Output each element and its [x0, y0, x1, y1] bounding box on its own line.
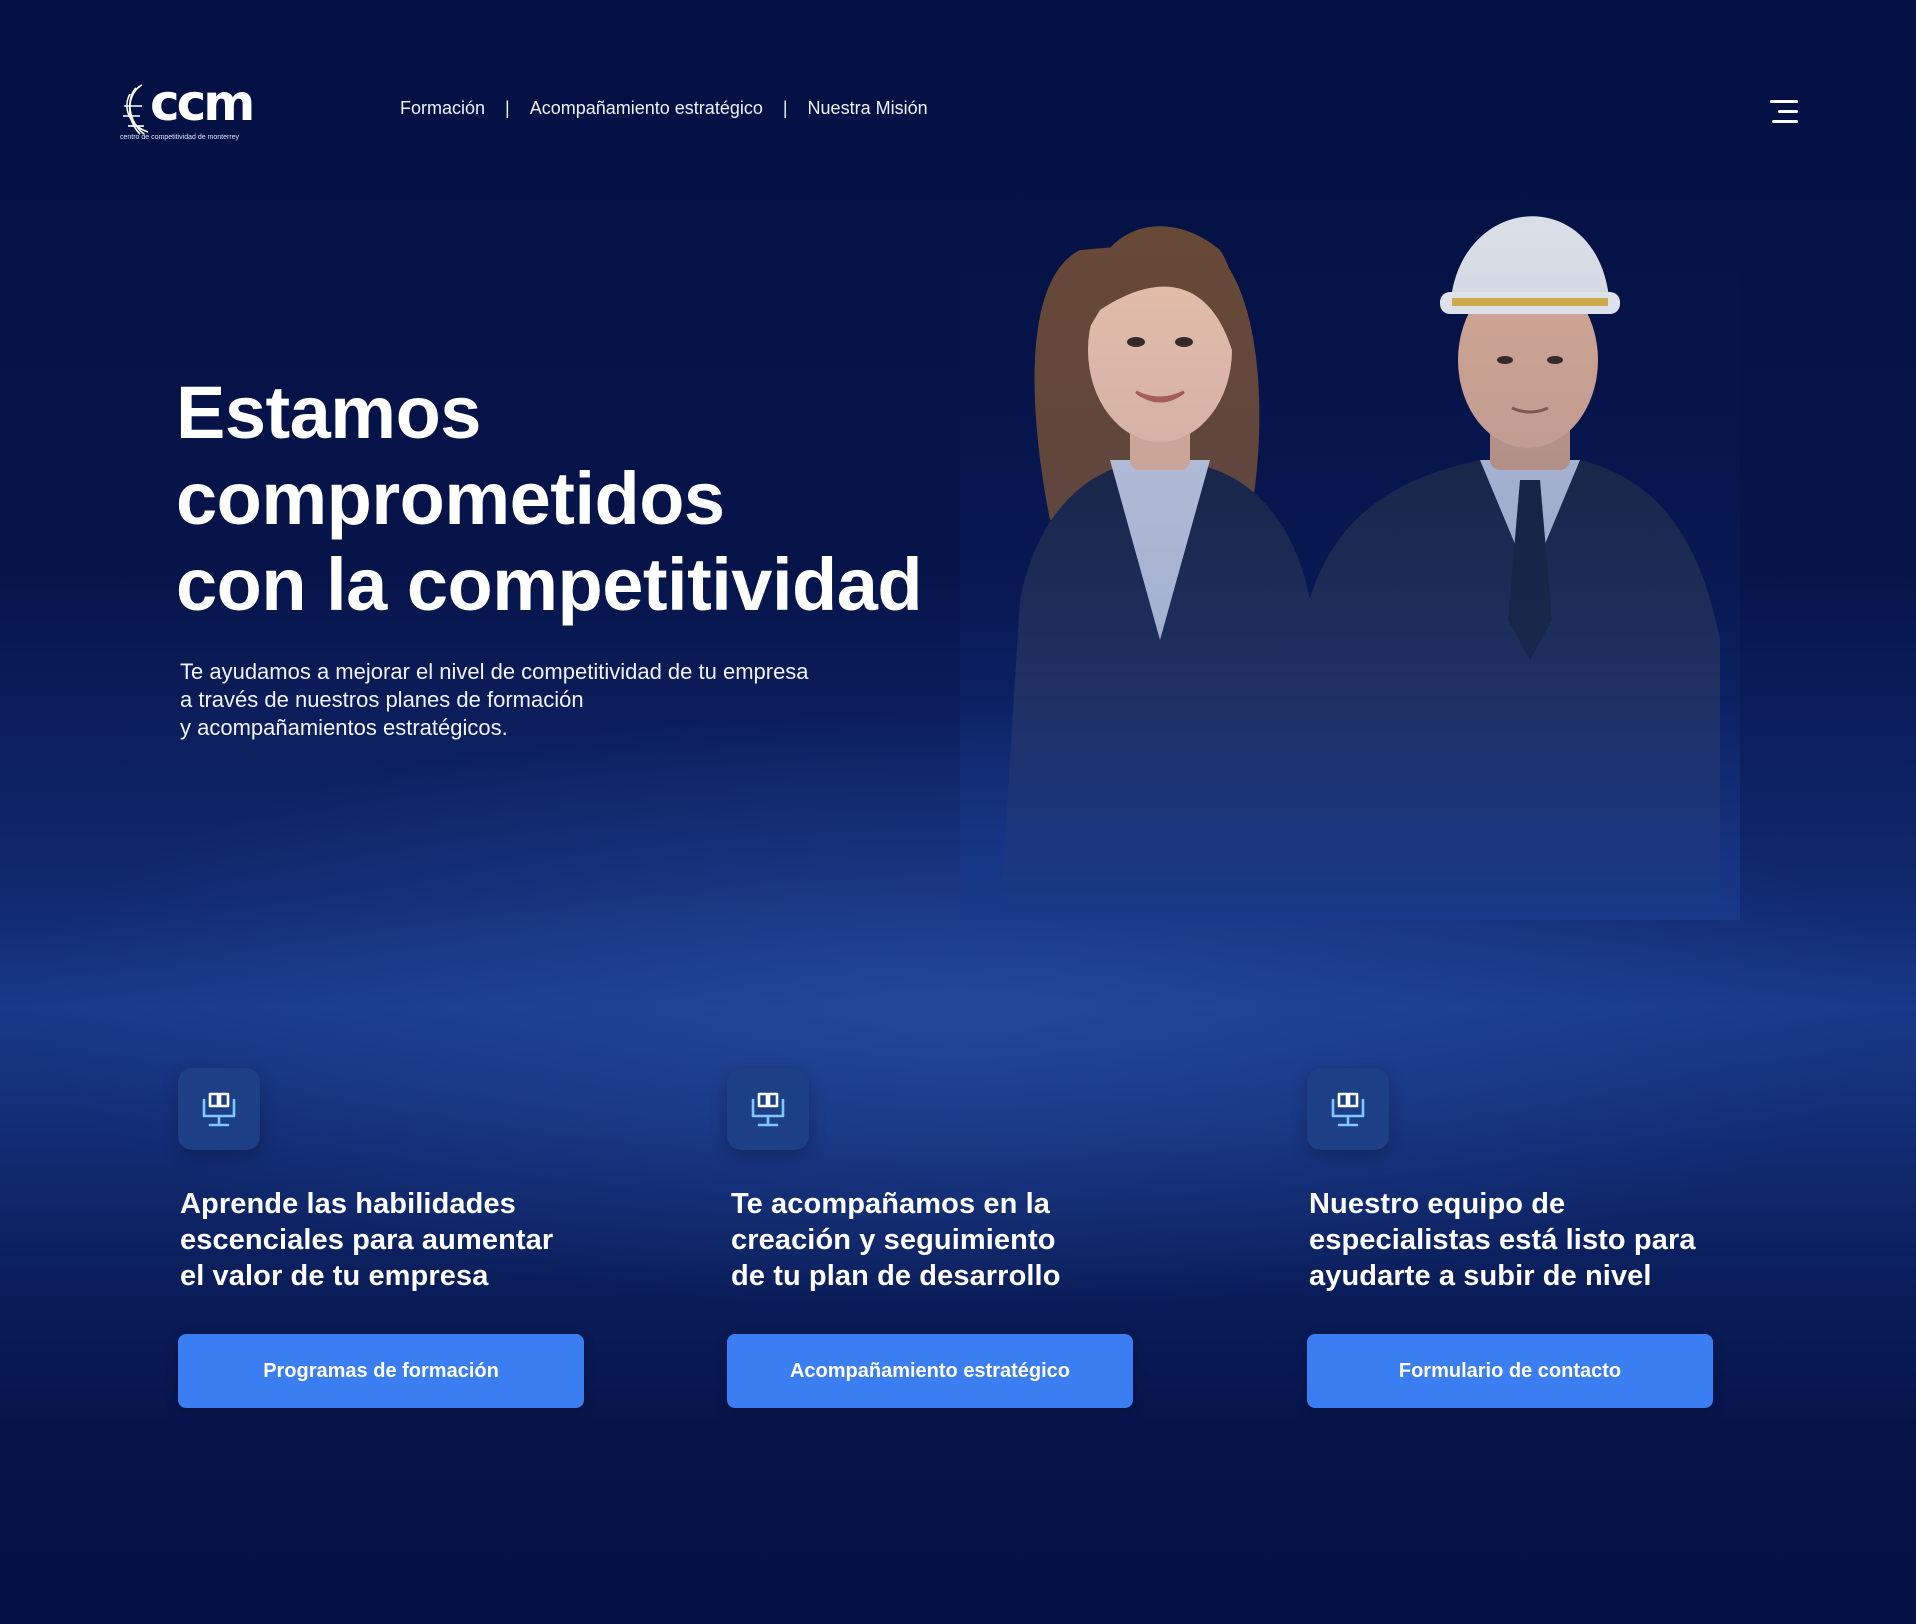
acompanamiento-estrategico-button[interactable]: Acompañamiento estratégico	[727, 1334, 1133, 1408]
feature-title: Te acompañamos en la creación y seguimie…	[731, 1186, 1187, 1294]
feature-title-line: Aprende las habilidades	[180, 1188, 516, 1220]
brand-name: ccm	[150, 74, 255, 132]
feature-title-line: Te acompañamos en la	[731, 1188, 1050, 1220]
feature-card-acompanamiento: Te acompañamos en la creación y seguimie…	[727, 1068, 1187, 1408]
hero-title-line: comprometidos	[176, 457, 725, 540]
hero-title-line: con la competitividad	[176, 543, 923, 626]
nav-item-acompanamiento[interactable]: Acompañamiento estratégico	[530, 98, 763, 119]
feature-card-contacto: Nuestro equipo de especialistas está lis…	[1307, 1068, 1767, 1408]
main-nav: Formación | Acompañamiento estratégico |…	[400, 98, 928, 119]
hero-title-line: Estamos	[176, 371, 481, 454]
feature-title: Nuestro equipo de especialistas está lis…	[1309, 1186, 1767, 1294]
monitor-book-icon	[727, 1068, 809, 1150]
nav-item-formacion[interactable]: Formación	[400, 98, 485, 119]
monitor-book-icon	[178, 1068, 260, 1150]
feature-card-formacion: Aprende las habilidades escenciales para…	[178, 1068, 638, 1408]
feature-title-line: especialistas está listo para	[1309, 1224, 1696, 1256]
hamburger-menu-icon[interactable]	[1764, 100, 1798, 128]
hero-title: Estamos comprometidos con la competitivi…	[176, 370, 923, 628]
hero-subtitle-line: y acompañamientos estratégicos.	[180, 715, 508, 740]
hero-subtitle: Te ayudamos a mejorar el nivel de compet…	[180, 658, 809, 742]
feature-title-line: de tu plan de desarrollo	[731, 1260, 1061, 1292]
nav-item-mision[interactable]: Nuestra Misión	[808, 98, 928, 119]
feature-title-line: creación y seguimiento	[731, 1224, 1056, 1256]
brand-logo[interactable]: ccm centro de competitividad de monterre…	[120, 78, 255, 148]
brand-tagline: centro de competitividad de monterrey	[120, 134, 240, 141]
formulario-contacto-button[interactable]: Formulario de contacto	[1307, 1334, 1713, 1408]
feature-title-line: escenciales para aumentar	[180, 1224, 554, 1256]
hero-subtitle-line: Te ayudamos a mejorar el nivel de compet…	[180, 659, 809, 684]
monitor-book-icon	[1307, 1068, 1389, 1150]
nav-separator: |	[782, 98, 788, 118]
feature-title: Aprende las habilidades escenciales para…	[180, 1186, 638, 1294]
programas-formacion-button[interactable]: Programas de formación	[178, 1334, 584, 1408]
feature-title-line: Nuestro equipo de	[1309, 1188, 1566, 1220]
hero-photo	[960, 160, 1740, 920]
feature-title-line: el valor de tu empresa	[180, 1260, 489, 1292]
feature-title-line: ayudarte a subir de nivel	[1309, 1260, 1652, 1292]
hero-subtitle-line: a través de nuestros planes de formación	[180, 687, 584, 712]
nav-separator: |	[505, 98, 510, 118]
